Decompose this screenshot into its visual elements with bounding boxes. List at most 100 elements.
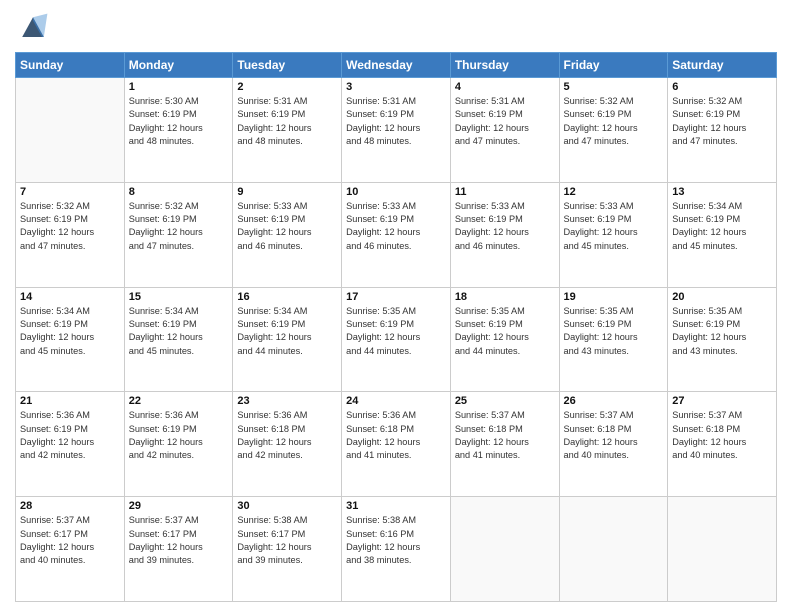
day-number: 1 [129, 81, 229, 93]
weekday-header-sunday: Sunday [16, 53, 125, 78]
logo-icon [15, 10, 51, 46]
day-info: Sunrise: 5:34 AM Sunset: 6:19 PM Dayligh… [672, 200, 772, 253]
day-number: 19 [564, 291, 664, 303]
day-info: Sunrise: 5:36 AM Sunset: 6:18 PM Dayligh… [237, 409, 337, 462]
day-info: Sunrise: 5:34 AM Sunset: 6:19 PM Dayligh… [237, 305, 337, 358]
day-number: 6 [672, 81, 772, 93]
day-number: 17 [346, 291, 446, 303]
day-info: Sunrise: 5:35 AM Sunset: 6:19 PM Dayligh… [672, 305, 772, 358]
day-cell: 23 Sunrise: 5:36 AM Sunset: 6:18 PM Dayli… [233, 392, 342, 497]
weekday-header-friday: Friday [559, 53, 668, 78]
calendar: SundayMondayTuesdayWednesdayThursdayFrid… [15, 52, 777, 602]
day-number: 28 [20, 500, 120, 512]
logo [15, 10, 55, 46]
day-number: 15 [129, 291, 229, 303]
day-info: Sunrise: 5:33 AM Sunset: 6:19 PM Dayligh… [237, 200, 337, 253]
day-cell: 15 Sunrise: 5:34 AM Sunset: 6:19 PM Dayli… [124, 287, 233, 392]
day-cell: 26 Sunrise: 5:37 AM Sunset: 6:18 PM Dayli… [559, 392, 668, 497]
header [15, 10, 777, 46]
day-number: 3 [346, 81, 446, 93]
day-cell: 21 Sunrise: 5:36 AM Sunset: 6:19 PM Dayli… [16, 392, 125, 497]
day-info: Sunrise: 5:38 AM Sunset: 6:16 PM Dayligh… [346, 514, 446, 567]
day-cell: 11Sunrise: 5:33 AM Sunset: 6:19 PM Dayli… [450, 182, 559, 287]
day-info: Sunrise: 5:37 AM Sunset: 6:18 PM Dayligh… [564, 409, 664, 462]
day-info: Sunrise: 5:35 AM Sunset: 6:19 PM Dayligh… [564, 305, 664, 358]
day-info: Sunrise: 5:30 AM Sunset: 6:19 PM Dayligh… [129, 95, 229, 148]
day-info: Sunrise: 5:34 AM Sunset: 6:19 PM Dayligh… [129, 305, 229, 358]
week-row-5: 28 Sunrise: 5:37 AM Sunset: 6:17 PM Dayli… [16, 497, 777, 602]
day-info: Sunrise: 5:37 AM Sunset: 6:17 PM Dayligh… [20, 514, 120, 567]
day-info: Sunrise: 5:38 AM Sunset: 6:17 PM Dayligh… [237, 514, 337, 567]
day-info: Sunrise: 5:34 AM Sunset: 6:19 PM Dayligh… [20, 305, 120, 358]
day-cell: 1 Sunrise: 5:30 AM Sunset: 6:19 PM Daylig… [124, 78, 233, 183]
day-number: 11 [455, 186, 555, 198]
day-cell: 16 Sunrise: 5:34 AM Sunset: 6:19 PM Dayli… [233, 287, 342, 392]
day-cell [559, 497, 668, 602]
day-number: 29 [129, 500, 229, 512]
day-info: Sunrise: 5:36 AM Sunset: 6:19 PM Dayligh… [20, 409, 120, 462]
day-number: 24 [346, 395, 446, 407]
day-info: Sunrise: 5:32 AM Sunset: 6:19 PM Dayligh… [564, 95, 664, 148]
weekday-header-tuesday: Tuesday [233, 53, 342, 78]
day-cell: 17 Sunrise: 5:35 AM Sunset: 6:19 PM Dayli… [342, 287, 451, 392]
weekday-header-saturday: Saturday [668, 53, 777, 78]
day-info: Sunrise: 5:31 AM Sunset: 6:19 PM Dayligh… [346, 95, 446, 148]
day-cell: 29Sunrise: 5:37 AM Sunset: 6:17 PM Dayli… [124, 497, 233, 602]
day-cell: 24 Sunrise: 5:36 AM Sunset: 6:18 PM Dayli… [342, 392, 451, 497]
day-info: Sunrise: 5:33 AM Sunset: 6:19 PM Dayligh… [564, 200, 664, 253]
day-info: Sunrise: 5:37 AM Sunset: 6:18 PM Dayligh… [455, 409, 555, 462]
day-number: 20 [672, 291, 772, 303]
day-cell: 30 Sunrise: 5:38 AM Sunset: 6:17 PM Dayli… [233, 497, 342, 602]
day-cell: 19 Sunrise: 5:35 AM Sunset: 6:19 PM Dayli… [559, 287, 668, 392]
day-cell: 31 Sunrise: 5:38 AM Sunset: 6:16 PM Dayli… [342, 497, 451, 602]
day-cell: 9Sunrise: 5:33 AM Sunset: 6:19 PM Daylig… [233, 182, 342, 287]
day-number: 27 [672, 395, 772, 407]
day-info: Sunrise: 5:37 AM Sunset: 6:18 PM Dayligh… [672, 409, 772, 462]
day-cell: 6 Sunrise: 5:32 AM Sunset: 6:19 PM Daylig… [668, 78, 777, 183]
day-info: Sunrise: 5:32 AM Sunset: 6:19 PM Dayligh… [672, 95, 772, 148]
day-cell: 18 Sunrise: 5:35 AM Sunset: 6:19 PM Dayli… [450, 287, 559, 392]
day-number: 5 [564, 81, 664, 93]
day-number: 13 [672, 186, 772, 198]
day-cell: 7 Sunrise: 5:32 AM Sunset: 6:19 PM Daylig… [16, 182, 125, 287]
day-info: Sunrise: 5:36 AM Sunset: 6:18 PM Dayligh… [346, 409, 446, 462]
day-cell: 13 Sunrise: 5:34 AM Sunset: 6:19 PM Dayli… [668, 182, 777, 287]
day-info: Sunrise: 5:32 AM Sunset: 6:19 PM Dayligh… [20, 200, 120, 253]
day-cell: 8 Sunrise: 5:32 AM Sunset: 6:19 PM Daylig… [124, 182, 233, 287]
day-number: 25 [455, 395, 555, 407]
day-info: Sunrise: 5:35 AM Sunset: 6:19 PM Dayligh… [346, 305, 446, 358]
day-number: 22 [129, 395, 229, 407]
day-cell: 25 Sunrise: 5:37 AM Sunset: 6:18 PM Dayli… [450, 392, 559, 497]
day-number: 23 [237, 395, 337, 407]
day-info: Sunrise: 5:31 AM Sunset: 6:19 PM Dayligh… [455, 95, 555, 148]
day-number: 4 [455, 81, 555, 93]
day-cell: 20 Sunrise: 5:35 AM Sunset: 6:19 PM Dayli… [668, 287, 777, 392]
day-cell [668, 497, 777, 602]
day-number: 18 [455, 291, 555, 303]
day-number: 16 [237, 291, 337, 303]
day-info: Sunrise: 5:35 AM Sunset: 6:19 PM Dayligh… [455, 305, 555, 358]
weekday-header-thursday: Thursday [450, 53, 559, 78]
day-number: 26 [564, 395, 664, 407]
day-cell: 22Sunrise: 5:36 AM Sunset: 6:19 PM Dayli… [124, 392, 233, 497]
day-cell: 3 Sunrise: 5:31 AM Sunset: 6:19 PM Daylig… [342, 78, 451, 183]
day-cell: 10Sunrise: 5:33 AM Sunset: 6:19 PM Dayli… [342, 182, 451, 287]
day-info: Sunrise: 5:32 AM Sunset: 6:19 PM Dayligh… [129, 200, 229, 253]
day-cell: 12Sunrise: 5:33 AM Sunset: 6:19 PM Dayli… [559, 182, 668, 287]
day-cell: 2Sunrise: 5:31 AM Sunset: 6:19 PM Daylig… [233, 78, 342, 183]
day-number: 8 [129, 186, 229, 198]
day-cell: 28 Sunrise: 5:37 AM Sunset: 6:17 PM Dayli… [16, 497, 125, 602]
weekday-header-row: SundayMondayTuesdayWednesdayThursdayFrid… [16, 53, 777, 78]
day-number: 30 [237, 500, 337, 512]
day-cell [450, 497, 559, 602]
day-cell [16, 78, 125, 183]
day-number: 14 [20, 291, 120, 303]
day-number: 7 [20, 186, 120, 198]
week-row-4: 21 Sunrise: 5:36 AM Sunset: 6:19 PM Dayli… [16, 392, 777, 497]
day-info: Sunrise: 5:31 AM Sunset: 6:19 PM Dayligh… [237, 95, 337, 148]
day-number: 31 [346, 500, 446, 512]
day-number: 21 [20, 395, 120, 407]
week-row-3: 14 Sunrise: 5:34 AM Sunset: 6:19 PM Dayli… [16, 287, 777, 392]
day-cell: 27 Sunrise: 5:37 AM Sunset: 6:18 PM Dayli… [668, 392, 777, 497]
day-number: 10 [346, 186, 446, 198]
